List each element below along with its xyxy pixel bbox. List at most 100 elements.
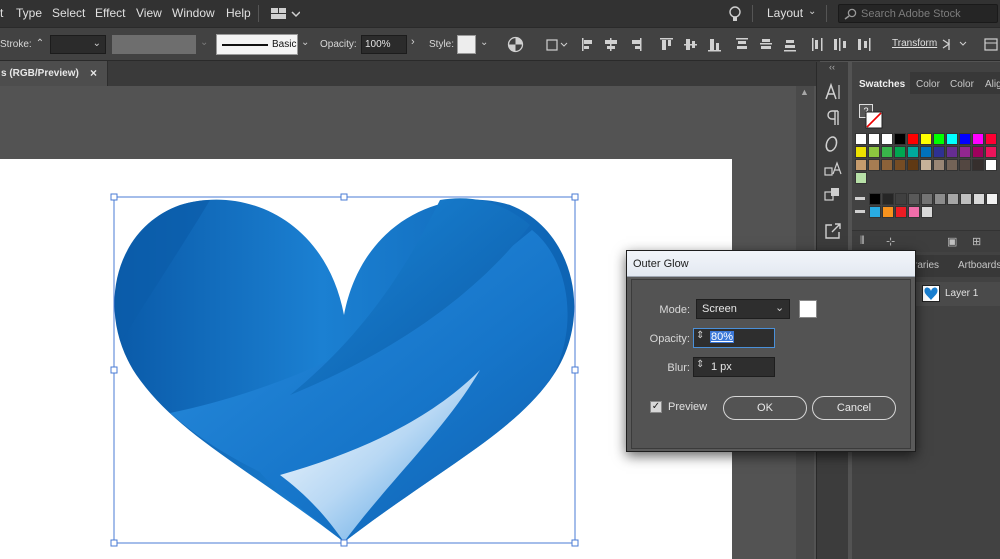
transform-link[interactable]: Transform — [892, 38, 937, 49]
variable-width-profile[interactable] — [112, 35, 196, 54]
swatch[interactable] — [933, 146, 945, 158]
preview-label[interactable]: Preview — [668, 401, 707, 413]
mode-select[interactable]: Screen ⌄ — [696, 299, 790, 319]
tab-color-guide[interactable]: Color — [950, 79, 974, 90]
menu-type[interactable]: Type — [16, 6, 42, 20]
glow-color-swatch[interactable] — [799, 300, 817, 318]
swatch[interactable] — [985, 133, 997, 145]
swatch[interactable] — [933, 133, 945, 145]
swatch[interactable] — [855, 133, 867, 145]
swatch[interactable] — [868, 133, 880, 145]
export-icon[interactable] — [824, 222, 842, 240]
workspace-switcher[interactable]: Layout — [767, 6, 803, 20]
opacity-stepper-icon[interactable]: ⇕ — [696, 330, 704, 341]
preview-checkbox[interactable]: ✓ — [650, 401, 662, 413]
paragraph-icon[interactable] — [825, 109, 841, 127]
lightbulb-icon[interactable] — [728, 5, 742, 23]
menu-window[interactable]: Window — [172, 6, 215, 20]
swatch[interactable] — [869, 206, 881, 218]
swatch[interactable] — [960, 193, 972, 205]
swatch[interactable] — [972, 133, 984, 145]
show-kinds-icon[interactable]: ⊹ — [886, 235, 895, 248]
swatch[interactable] — [973, 193, 985, 205]
color-group-folder-icon[interactable]: ▬ — [855, 206, 867, 218]
swatch[interactable] — [959, 146, 971, 158]
swatch[interactable] — [946, 133, 958, 145]
opacity-field[interactable]: 100% — [361, 35, 407, 54]
swatch[interactable] — [933, 159, 945, 171]
swatch[interactable] — [894, 146, 906, 158]
menu-cut-left[interactable]: t — [0, 6, 3, 20]
tab-color[interactable]: Color — [916, 79, 940, 90]
swatch[interactable] — [855, 172, 867, 184]
swatch[interactable] — [946, 146, 958, 158]
opentype-icon[interactable] — [825, 135, 841, 153]
align-to-icon[interactable] — [544, 36, 568, 53]
menu-effect[interactable]: Effect — [95, 6, 125, 20]
swatch[interactable] — [855, 146, 867, 158]
glyphs-icon[interactable] — [823, 160, 843, 178]
transform-options-icon[interactable] — [940, 35, 970, 54]
swatch[interactable] — [920, 159, 932, 171]
swatch[interactable] — [934, 193, 946, 205]
cancel-button[interactable]: Cancel — [812, 396, 896, 420]
tab-artboards[interactable]: Artboards — [958, 260, 1000, 271]
swatch[interactable] — [881, 146, 893, 158]
layer-row[interactable]: Layer 1 — [914, 282, 1000, 306]
chevron-down-icon[interactable]: ⌄ — [200, 37, 208, 48]
character-icon[interactable] — [824, 82, 842, 102]
swatch[interactable] — [881, 133, 893, 145]
new-swatch-icon[interactable]: ⊞ — [972, 235, 981, 248]
swatch[interactable] — [894, 133, 906, 145]
stroke-weight-field[interactable]: ⌄ — [50, 35, 106, 54]
swatch[interactable] — [972, 159, 984, 171]
recolor-icon[interactable] — [507, 36, 524, 53]
swatch[interactable] — [907, 159, 919, 171]
swatch-library-icon[interactable]: ⫴ — [860, 235, 865, 248]
color-group-folder-icon[interactable]: ▬ — [855, 193, 867, 205]
stroke-stepper[interactable]: ⌃ — [33, 35, 47, 53]
swatch[interactable] — [985, 146, 997, 158]
opacity-input[interactable]: ⇕ 80% — [693, 328, 775, 348]
scroll-up-icon[interactable]: ▲ — [800, 87, 809, 97]
swatch[interactable] — [947, 193, 959, 205]
swatch[interactable] — [959, 159, 971, 171]
brush-definition[interactable]: Basic — [216, 34, 298, 55]
swatch[interactable] — [986, 193, 998, 205]
swatch[interactable] — [908, 193, 920, 205]
arrange-documents-icon[interactable] — [270, 7, 301, 21]
swatch[interactable] — [895, 193, 907, 205]
document-tab[interactable]: s (RGB/Preview) × — [0, 61, 108, 86]
swatch[interactable] — [959, 133, 971, 145]
panel-menu-icon[interactable] — [982, 35, 1000, 54]
blur-input[interactable]: ⇕ 1 px — [693, 357, 775, 377]
swatch[interactable] — [868, 159, 880, 171]
tab-align[interactable]: Alig — [985, 79, 1000, 90]
swatch[interactable] — [882, 193, 894, 205]
fill-stroke-indicator[interactable]: ? — [859, 104, 885, 129]
chevron-down-icon[interactable]: ⌄ — [480, 37, 488, 48]
collapse-icon[interactable]: ‹‹ — [829, 62, 835, 72]
tab-libraries[interactable]: raries — [914, 260, 939, 271]
swatch[interactable] — [921, 206, 933, 218]
swatch[interactable] — [855, 159, 867, 171]
ok-button[interactable]: OK — [723, 396, 807, 420]
chevron-down-icon[interactable]: ⌄ — [301, 37, 309, 48]
swatch[interactable] — [882, 206, 894, 218]
close-icon[interactable]: × — [90, 66, 97, 80]
menu-view[interactable]: View — [136, 6, 162, 20]
swatch[interactable] — [907, 146, 919, 158]
swatch[interactable] — [895, 206, 907, 218]
swatch[interactable] — [894, 159, 906, 171]
chevron-down-icon[interactable]: ⌄ — [808, 6, 816, 17]
swatch[interactable] — [881, 159, 893, 171]
stock-search-input[interactable]: Search Adobe Stock — [838, 4, 998, 23]
chevron-right-icon[interactable]: › — [411, 36, 415, 48]
menu-help[interactable]: Help — [226, 6, 251, 20]
blur-stepper-icon[interactable]: ⇕ — [696, 359, 704, 370]
swatch[interactable] — [869, 193, 881, 205]
swatch[interactable] — [972, 146, 984, 158]
swatch[interactable] — [921, 193, 933, 205]
swatch[interactable] — [868, 146, 880, 158]
swatch[interactable] — [907, 133, 919, 145]
